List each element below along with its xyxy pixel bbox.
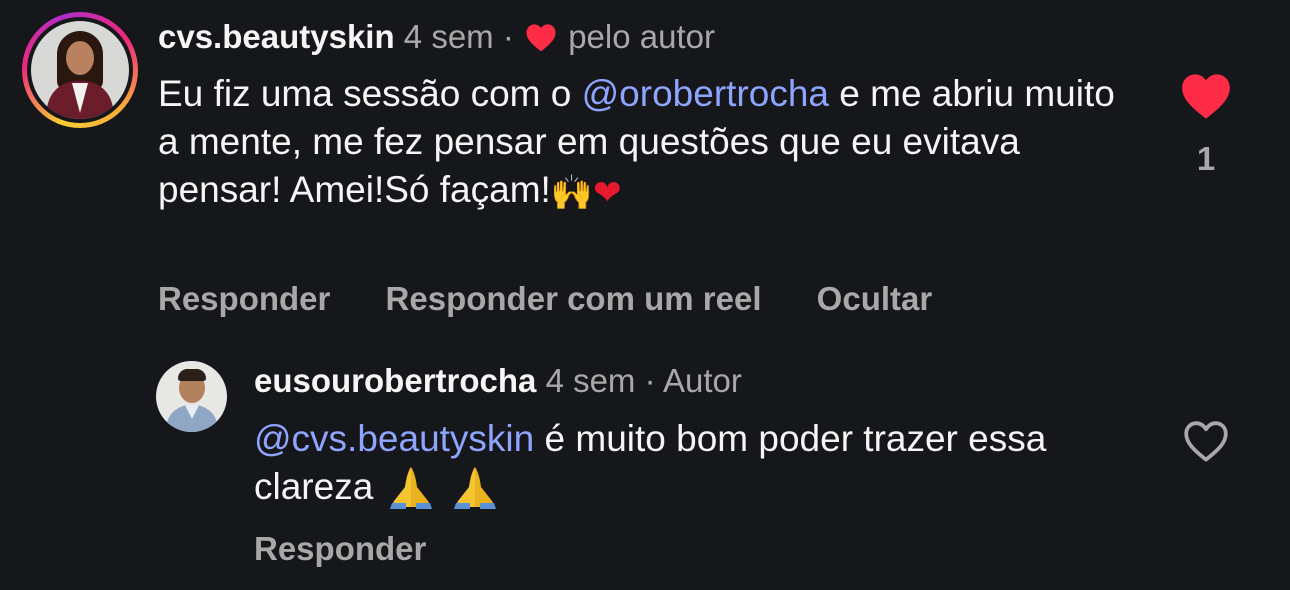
liked-by-author-label: pelo autor	[568, 18, 715, 55]
comment-text-start: Eu fiz uma sessão com o	[158, 73, 582, 114]
comment-header: cvs.beautyskin 4 sem · pelo autor	[158, 16, 715, 58]
reply-text: @cvs.beautyskin é muito bom poder trazer…	[254, 415, 1154, 511]
author-badge: Autor	[662, 362, 742, 399]
reply-username[interactable]: eusourobertrocha	[254, 362, 536, 399]
reply-to-reply-button[interactable]: Responder	[254, 530, 426, 567]
hide-button[interactable]: Ocultar	[817, 280, 933, 317]
raised-hands-emoji-icon: 🙌	[550, 173, 594, 213]
avatar-face-shape	[66, 41, 94, 75]
avatar-photo	[31, 21, 129, 119]
pray-emoji-graphic	[389, 467, 432, 509]
comment-username[interactable]: cvs.beautyskin	[158, 18, 395, 55]
liked-by-author-heart-icon	[526, 24, 556, 52]
comment-time: 4 sem	[403, 18, 494, 55]
reply-actions: Responder	[254, 530, 426, 568]
comment-actions: Responder Responder com um reel Ocultar	[158, 280, 978, 318]
meta-separator: ·	[502, 18, 514, 55]
avatar-hair-shape	[178, 369, 206, 381]
reply-header: eusourobertrocha 4 sem · Autor	[254, 360, 742, 402]
commenter-avatar[interactable]	[22, 12, 138, 128]
meta-separator: ·	[644, 362, 656, 399]
like-heart-filled-icon[interactable]	[1180, 72, 1232, 120]
pray-emoji-icon	[384, 463, 502, 511]
like-heart-outline-icon[interactable]	[1182, 419, 1230, 463]
reply-time: 4 sem	[545, 362, 636, 399]
reply-mention-link[interactable]: @cvs.beautyskin	[254, 418, 534, 459]
mention-link[interactable]: @orobertrocha	[582, 73, 829, 114]
pray-emoji-graphic	[453, 467, 496, 509]
reply-avatar[interactable]	[156, 361, 227, 432]
comment-text: Eu fiz uma sessão com o @orobertrocha e …	[158, 70, 1118, 217]
red-heart-emoji-icon: ❤	[593, 173, 622, 213]
reply-with-reel-button[interactable]: Responder com um reel	[386, 280, 762, 317]
reply-button[interactable]: Responder	[158, 280, 330, 317]
like-count[interactable]: 1	[1194, 140, 1218, 178]
